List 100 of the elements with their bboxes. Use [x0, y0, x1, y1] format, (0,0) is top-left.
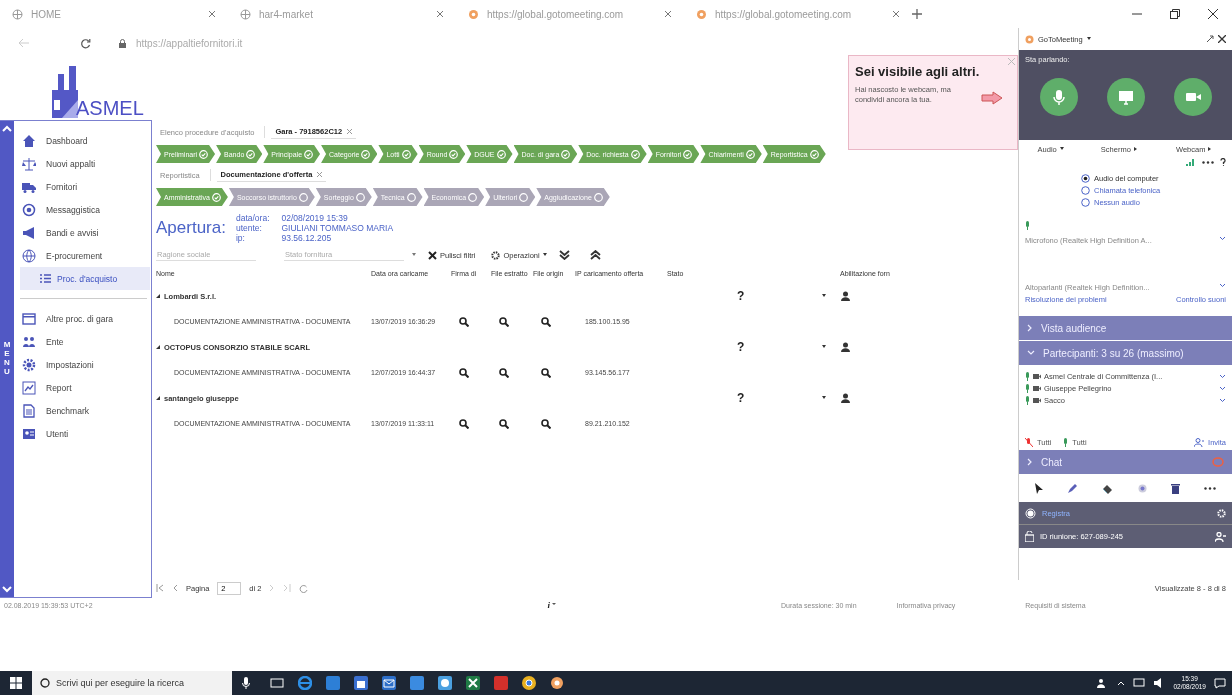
- magnifier-icon[interactable]: [459, 418, 469, 429]
- close-icon[interactable]: [1208, 9, 1218, 19]
- menu-item[interactable]: Proc. d'acquisto: [20, 267, 150, 290]
- browser-tab[interactable]: https://global.gotomeeting.com: [684, 0, 912, 28]
- user-icon[interactable]: [840, 342, 851, 352]
- windows-start-icon[interactable]: [10, 677, 22, 689]
- chevron-up-icon[interactable]: [2, 125, 12, 132]
- menu-item[interactable]: Ente: [20, 330, 150, 353]
- pen-icon[interactable]: [1067, 482, 1079, 494]
- menu-item[interactable]: Nuovi appalti: [20, 152, 150, 175]
- microphone-icon: [1025, 221, 1030, 230]
- field-label: ip:: [235, 233, 246, 243]
- record-icon[interactable]: [1025, 507, 1036, 519]
- check-circle-icon: [809, 149, 819, 159]
- chat-bubble-icon: [1212, 457, 1224, 467]
- unlocked-icon: [1025, 531, 1034, 542]
- section-header[interactable]: Partecipanti: 3 su 26 (massimo): [1019, 341, 1232, 365]
- magnifier-icon[interactable]: [459, 367, 469, 378]
- laser-dot-icon[interactable]: [1137, 483, 1147, 493]
- microphone-icon: [1063, 437, 1069, 447]
- menu-item[interactable]: Benchmark: [20, 399, 150, 422]
- menu-item[interactable]: Bandi e avvisi: [20, 221, 150, 244]
- field-value: 93.56.12.205: [281, 233, 333, 243]
- expand-icon[interactable]: [156, 345, 160, 349]
- new-tab-icon[interactable]: [912, 9, 922, 19]
- menu-item[interactable]: Utenti: [20, 422, 150, 445]
- microphone-icon[interactable]: [242, 677, 250, 689]
- reload-icon[interactable]: [80, 37, 91, 49]
- restore-icon[interactable]: [1170, 9, 1180, 19]
- browser-tab[interactable]: har4-market: [228, 0, 456, 28]
- notification-icon[interactable]: [1214, 677, 1226, 689]
- user-icon[interactable]: [840, 291, 851, 301]
- magnifier-icon[interactable]: [541, 316, 551, 327]
- task-view-icon[interactable]: [270, 677, 284, 689]
- close-icon: [428, 250, 437, 260]
- section-header[interactable]: Vista audience: [1019, 316, 1232, 340]
- pointer-icon[interactable]: [1035, 482, 1044, 494]
- magnifier-icon[interactable]: [499, 367, 509, 378]
- check-circle-icon: [561, 149, 571, 159]
- gear-icon: [491, 250, 501, 260]
- help-icon[interactable]: [1220, 158, 1226, 166]
- taskbar-search-field[interactable]: Scrivi qui per eseguire la ricerca: [32, 671, 232, 695]
- check-circle-icon: [745, 149, 755, 159]
- magnifier-icon[interactable]: [541, 418, 551, 429]
- circle-icon: [519, 192, 529, 202]
- menu-item[interactable]: Impostazioni: [20, 353, 150, 376]
- info-button[interactable]: i: [547, 600, 557, 610]
- check-circle-icon: [304, 149, 314, 159]
- circle-icon: [40, 678, 50, 688]
- collapse-all-icon[interactable]: [589, 250, 601, 260]
- envelope-icon[interactable]: [382, 676, 396, 690]
- more-icon[interactable]: [1202, 160, 1214, 164]
- close-icon[interactable]: [1218, 35, 1226, 43]
- home-icon: [22, 133, 36, 148]
- monitor-button[interactable]: [1106, 78, 1145, 116]
- spreadsheet-icon[interactable]: [466, 676, 480, 690]
- webcam-icon: [1033, 385, 1041, 391]
- circle-icon: [355, 192, 365, 202]
- magnifier-icon[interactable]: [499, 316, 509, 327]
- more-icon[interactable]: [1203, 486, 1216, 490]
- magnifier-icon[interactable]: [459, 316, 469, 327]
- magnifier-icon[interactable]: [499, 418, 509, 429]
- field-value: 02/08/2019 15:39: [281, 213, 349, 223]
- trash-icon[interactable]: [1170, 482, 1180, 494]
- menu-item[interactable]: Fornitori: [20, 175, 150, 198]
- webcam-icon: [1033, 397, 1041, 403]
- previous-page-icon[interactable]: [172, 584, 178, 592]
- add-person-icon[interactable]: [1215, 531, 1226, 542]
- minimize-panel-icon[interactable]: [1206, 35, 1214, 43]
- address-field[interactable]: https://appaltiefornitori.it: [136, 37, 436, 49]
- menu-label: MENU: [3, 341, 11, 377]
- section-header[interactable]: Chat: [1019, 450, 1232, 474]
- video-camera-button[interactable]: [1173, 78, 1212, 116]
- gear-icon[interactable]: [1217, 508, 1226, 518]
- expand-icon[interactable]: [156, 396, 160, 400]
- browser-tab[interactable]: https://global.gotomeeting.com: [456, 0, 684, 28]
- highlighter-icon[interactable]: [1102, 482, 1114, 494]
- magnifier-icon[interactable]: [541, 367, 551, 378]
- user-icon[interactable]: [840, 393, 851, 403]
- menu-item[interactable]: Messaggistica: [20, 198, 150, 221]
- menu-item[interactable]: Report: [20, 376, 150, 399]
- menu-item[interactable]: Altre proc. di gara: [20, 307, 150, 330]
- chrome-icon[interactable]: [522, 676, 536, 690]
- expand-icon[interactable]: [156, 294, 160, 298]
- check-circle-icon: [496, 149, 506, 159]
- circle-icon: [593, 192, 603, 202]
- expand-all-icon[interactable]: [558, 250, 570, 260]
- popup-title: Sei visibile agli altri.: [855, 64, 981, 79]
- browser-tab[interactable]: HOME: [0, 0, 228, 28]
- menu-item[interactable]: E-procurement: [20, 244, 150, 267]
- microphone-muted-icon: [1025, 437, 1033, 447]
- network-icon[interactable]: [1133, 678, 1146, 688]
- check-circle-icon: [449, 149, 459, 159]
- add-person-icon: [1194, 437, 1205, 447]
- browser-e-icon[interactable]: [298, 676, 312, 690]
- list-icon: [40, 274, 51, 283]
- caret-up-icon[interactable]: [1117, 680, 1126, 686]
- menu-item[interactable]: Dashboard: [20, 129, 150, 152]
- check-circle-icon: [401, 149, 411, 159]
- microphone-button[interactable]: [1039, 78, 1078, 116]
